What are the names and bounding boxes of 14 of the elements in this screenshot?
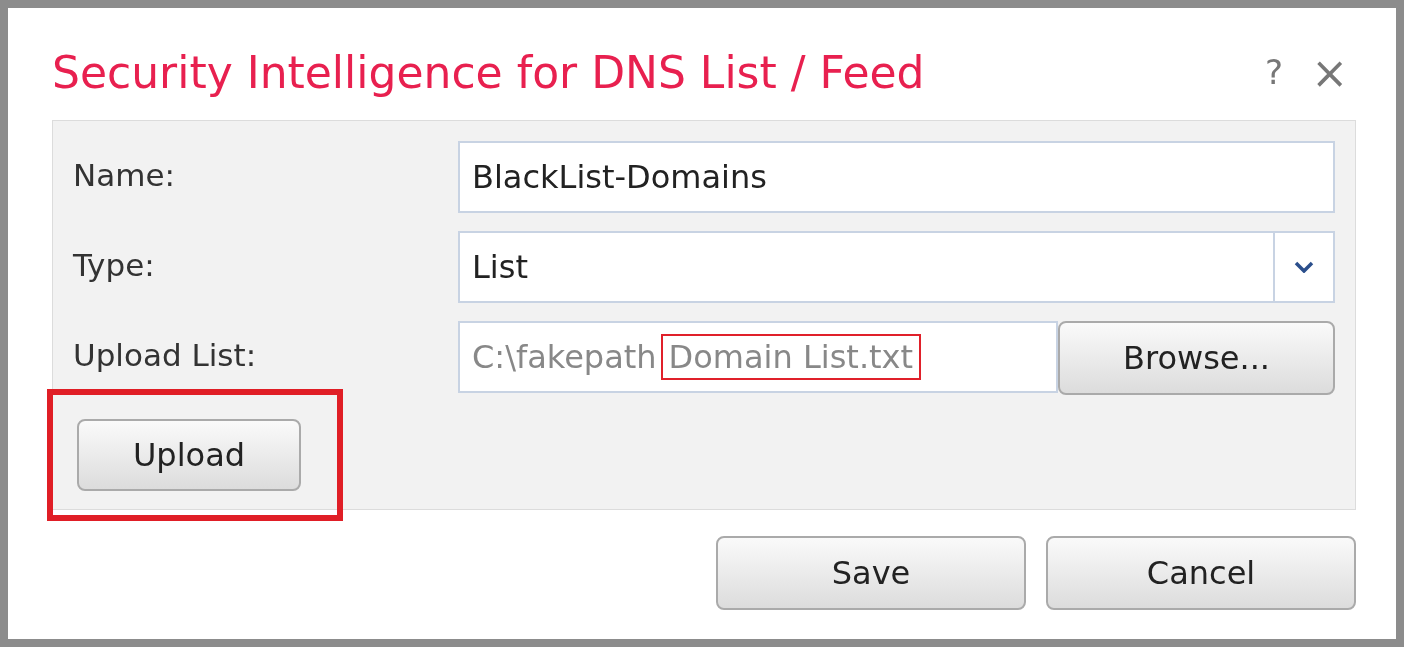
field-label: Type: [73,246,156,283]
file-path-field[interactable]: C:\fakepath Domain List.txt [458,321,1058,393]
upload-button[interactable]: Upload [77,419,301,491]
name-field[interactable]: BlackList-Domains [458,141,1335,213]
save-button[interactable]: Save [716,536,1026,610]
field-label: Name: [73,156,176,193]
field-label: Upload List: [73,336,258,373]
chevron-down-icon [1294,261,1314,273]
type-dropdown[interactable]: List [458,231,1335,303]
help-button[interactable]: ? [1251,52,1298,92]
close-button[interactable]: × [1297,46,1362,98]
cancel-button[interactable]: Cancel [1046,536,1356,610]
browse-button[interactable]: Browse... [1058,321,1335,395]
dialog-title: Security Intelligence for DNS List / Feed [52,46,926,98]
